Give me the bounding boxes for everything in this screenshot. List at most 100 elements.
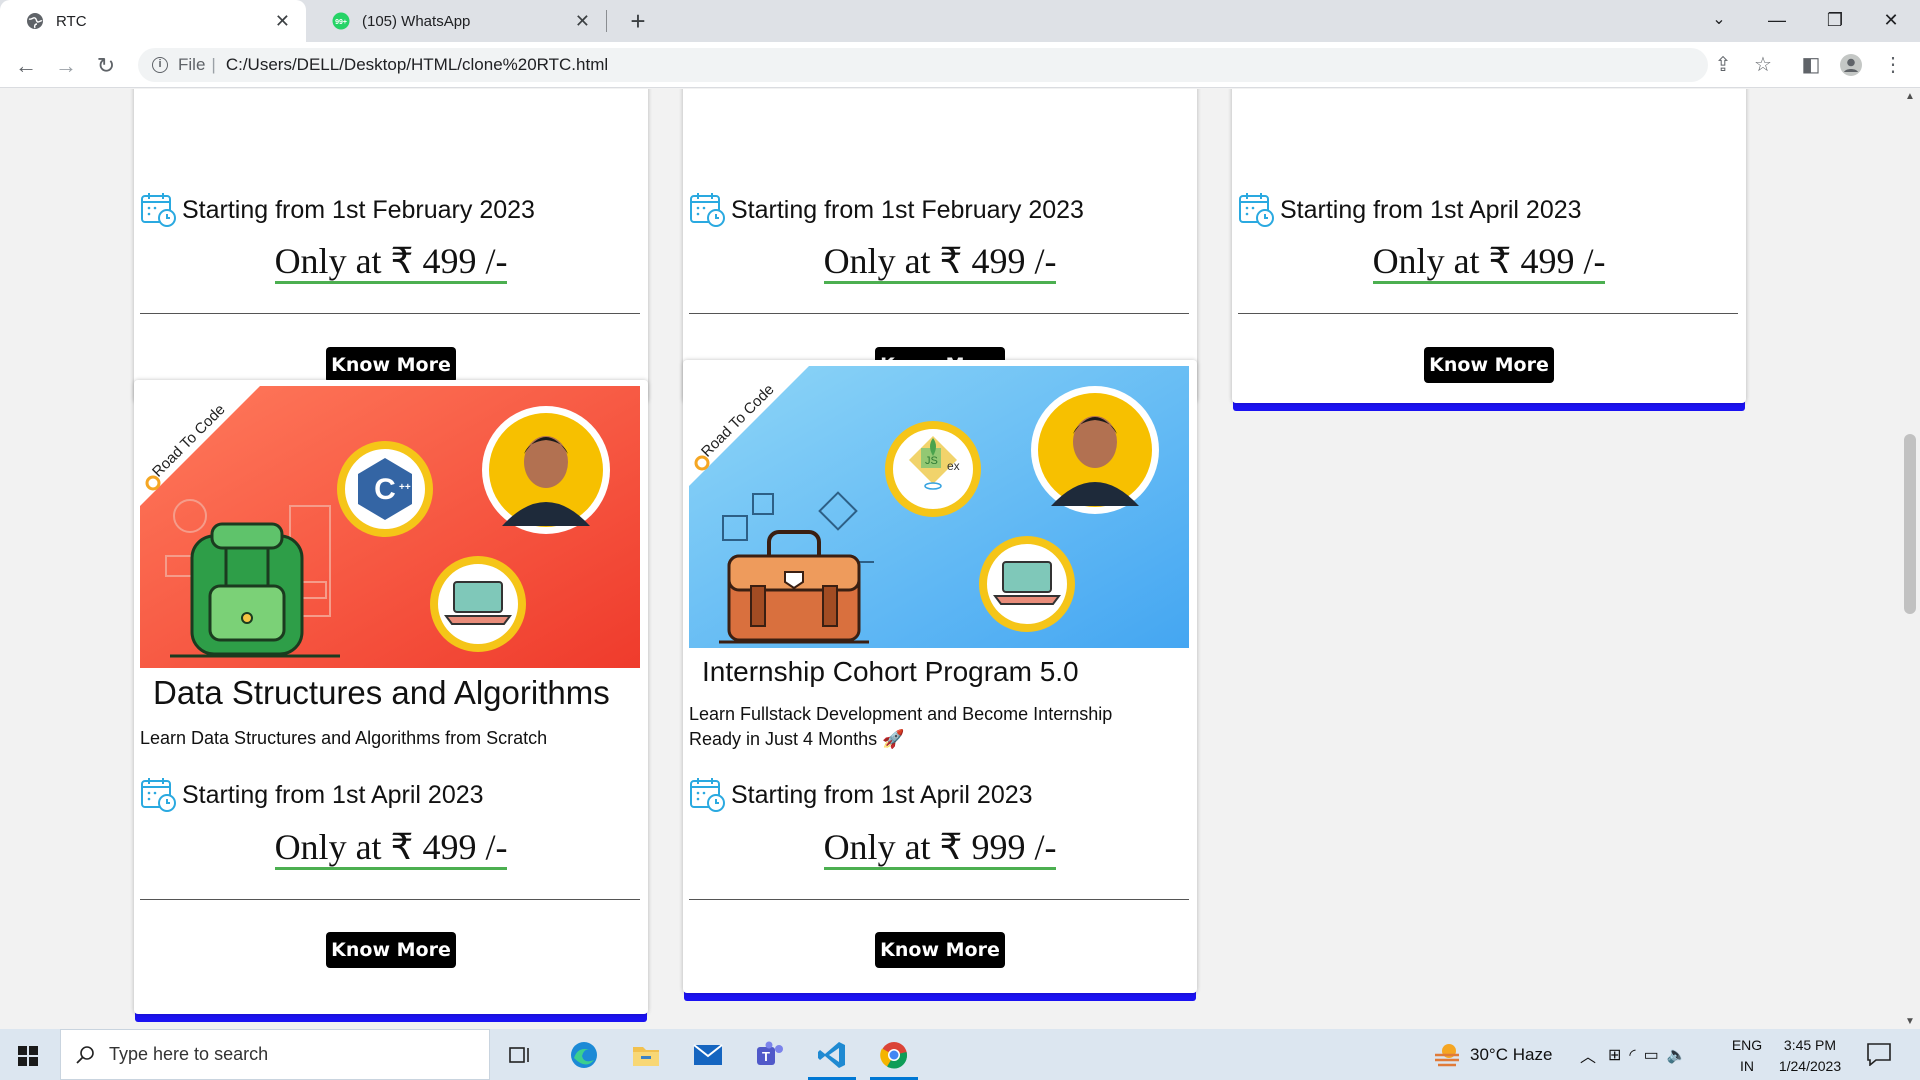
know-more-button[interactable]: Know More [326,347,456,383]
mail-icon[interactable] [680,1029,736,1080]
divider [140,313,640,314]
price: Only at ₹ 499 /- [1232,240,1746,284]
new-tab-button[interactable]: + [622,5,654,37]
page-scrollbar[interactable]: ▲ ▼ [1900,89,1920,1029]
search-placeholder: Type here to search [109,1044,269,1064]
update-icon[interactable]: ⊞ [1608,1045,1621,1065]
profile-icon [1840,54,1862,76]
course-card-internship[interactable]: Road To Code JS ex Internship Cohort Pro… [683,360,1197,993]
course-description: Learn Data Structures and Algorithms fro… [140,728,548,748]
weather-widget[interactable]: 30°C Haze [1432,1029,1552,1080]
start-date-text: Starting from 1st February 2023 [731,195,1084,224]
system-tray-icons: ⊞ ◜ ▭ 🔈 [1608,1029,1687,1080]
start-date: Starting from 1st April 2023 [140,776,484,814]
edge-browser-icon[interactable] [556,1029,612,1080]
close-tab-icon[interactable]: ✕ [275,11,290,32]
search-icon [76,1045,94,1064]
notification-icon[interactable] [1866,1042,1892,1066]
reload-button[interactable]: ↻ [90,50,122,82]
price-text: Only at ₹ 499 /- [274,241,508,284]
know-more-button[interactable]: Know More [326,932,456,968]
taskbar-search-box[interactable]: Type here to search [60,1029,490,1080]
internship-banner-illustration: Road To Code JS ex [689,366,1189,648]
course-card-top-1: Starting from 1st February 2023 Only at … [134,89,648,403]
tab-separator [606,10,607,32]
file-explorer-icon[interactable] [618,1029,674,1080]
whatsapp-badge: 99+ [335,19,347,26]
laptop-icon [444,581,512,625]
vscode-icon[interactable] [804,1029,860,1080]
tab-title: RTC [56,12,87,30]
tab-whatsapp[interactable]: 99+ (105) WhatsApp ✕ [306,0,606,42]
wifi-icon[interactable]: ◜ [1629,1045,1635,1065]
bookmark-star-icon[interactable]: ☆ [1748,50,1778,80]
calendar-clock-icon [690,778,725,812]
close-window-button[interactable]: ✕ [1862,0,1920,42]
course-card-top-2: Starting from 1st February 2023 Only at … [683,89,1197,403]
address-url: C:/Users/DELL/Desktop/HTML/clone%20RTC.h… [225,55,609,74]
clock-time: 3:45 PM [1783,1037,1837,1053]
task-view-icon[interactable] [492,1029,548,1080]
browser-menu-icon[interactable]: ⋮ [1878,50,1908,80]
profile-avatar[interactable] [1836,50,1866,80]
share-icon[interactable]: ⇪ [1708,50,1738,80]
info-icon[interactable]: i [152,57,168,73]
calendar-clock-icon [141,193,176,227]
price: Only at ₹ 499 /- [134,826,648,870]
clock-date: 1/24/2023 [1778,1058,1842,1074]
address-divider: | [211,55,216,74]
price-text: Only at ₹ 499 /- [274,827,508,870]
svg-text:C: C [374,473,396,506]
language-indicator[interactable]: ENG IN [1727,1035,1767,1077]
scrollbar-thumb[interactable] [1904,434,1916,614]
course-title: Internship Cohort Program 5.0 [702,656,1079,687]
price: Only at ₹ 499 /- [134,240,648,284]
calendar-clock-icon [141,778,176,812]
tab-rtc[interactable]: RTC ✕ [0,0,306,42]
windows-start-icon[interactable] [18,1046,38,1066]
hidden-icons-chevron-icon[interactable]: ︿ [1580,1029,1596,1080]
start-date: Starting from 1st April 2023 [689,776,1033,814]
start-date-text: Starting from 1st April 2023 [182,780,484,809]
scroll-up-arrow-icon[interactable]: ▲ [1900,91,1920,102]
address-bar[interactable]: i File | C:/Users/DELL/Desktop/HTML/clon… [138,48,1708,82]
tab-title: (105) WhatsApp [362,12,471,30]
minimize-button[interactable]: — [1748,0,1806,42]
scroll-down-arrow-icon[interactable]: ▼ [1900,1016,1920,1027]
back-button[interactable]: ← [10,50,42,82]
calendar-clock-icon [690,193,725,227]
svg-text:T: T [762,1049,770,1064]
price: Only at ₹ 499 /- [683,240,1197,284]
globe-icon [27,13,43,29]
restore-button[interactable]: ❐ [1806,0,1864,42]
volume-icon[interactable]: 🔈 [1667,1045,1687,1065]
windows-taskbar: Type here to search T 30°C Haze ︿ ⊞ ◜ ▭ … [0,1029,1920,1080]
divider [140,899,640,900]
start-date: Starting from 1st April 2023 [1238,191,1582,229]
forward-button[interactable]: → [50,50,82,82]
laptop-icon [993,561,1061,605]
divider [689,313,1189,314]
price-text: Only at ₹ 499 /- [1372,241,1606,284]
page-viewport: Starting from 1st February 2023 Only at … [0,89,1900,1029]
start-date-text: Starting from 1st February 2023 [182,195,535,224]
know-more-button[interactable]: Know More [1424,347,1554,383]
course-banner-image: Road To Code JS ex [689,366,1189,648]
course-card-dsa[interactable]: Road To Code C ++ Data Structures and Al… [134,380,648,1014]
teams-icon[interactable]: T [742,1029,798,1080]
know-more-button[interactable]: Know More [875,932,1005,968]
course-title: Data Structures and Algorithms [153,674,610,711]
start-date-text: Starting from 1st April 2023 [731,780,1033,809]
taskbar-clock[interactable]: 3:45 PM 1/24/2023 [1765,1035,1855,1077]
divider [1238,313,1738,314]
start-date: Starting from 1st February 2023 [689,191,1084,229]
browser-toolbar: ← → ↻ i File | C:/Users/DELL/Desktop/HTM… [0,42,1920,88]
course-card-top-3: Starting from 1st April 2023 Only at ₹ 4… [1232,89,1746,403]
close-tab-icon[interactable]: ✕ [575,11,590,32]
battery-icon[interactable]: ▭ [1644,1045,1659,1065]
chrome-icon[interactable] [866,1029,922,1080]
divider [689,899,1189,900]
price-text: Only at ₹ 999 /- [823,827,1057,870]
tab-search-button[interactable]: ⌄ [1690,0,1748,42]
side-panel-icon[interactable]: ◧ [1796,50,1826,80]
